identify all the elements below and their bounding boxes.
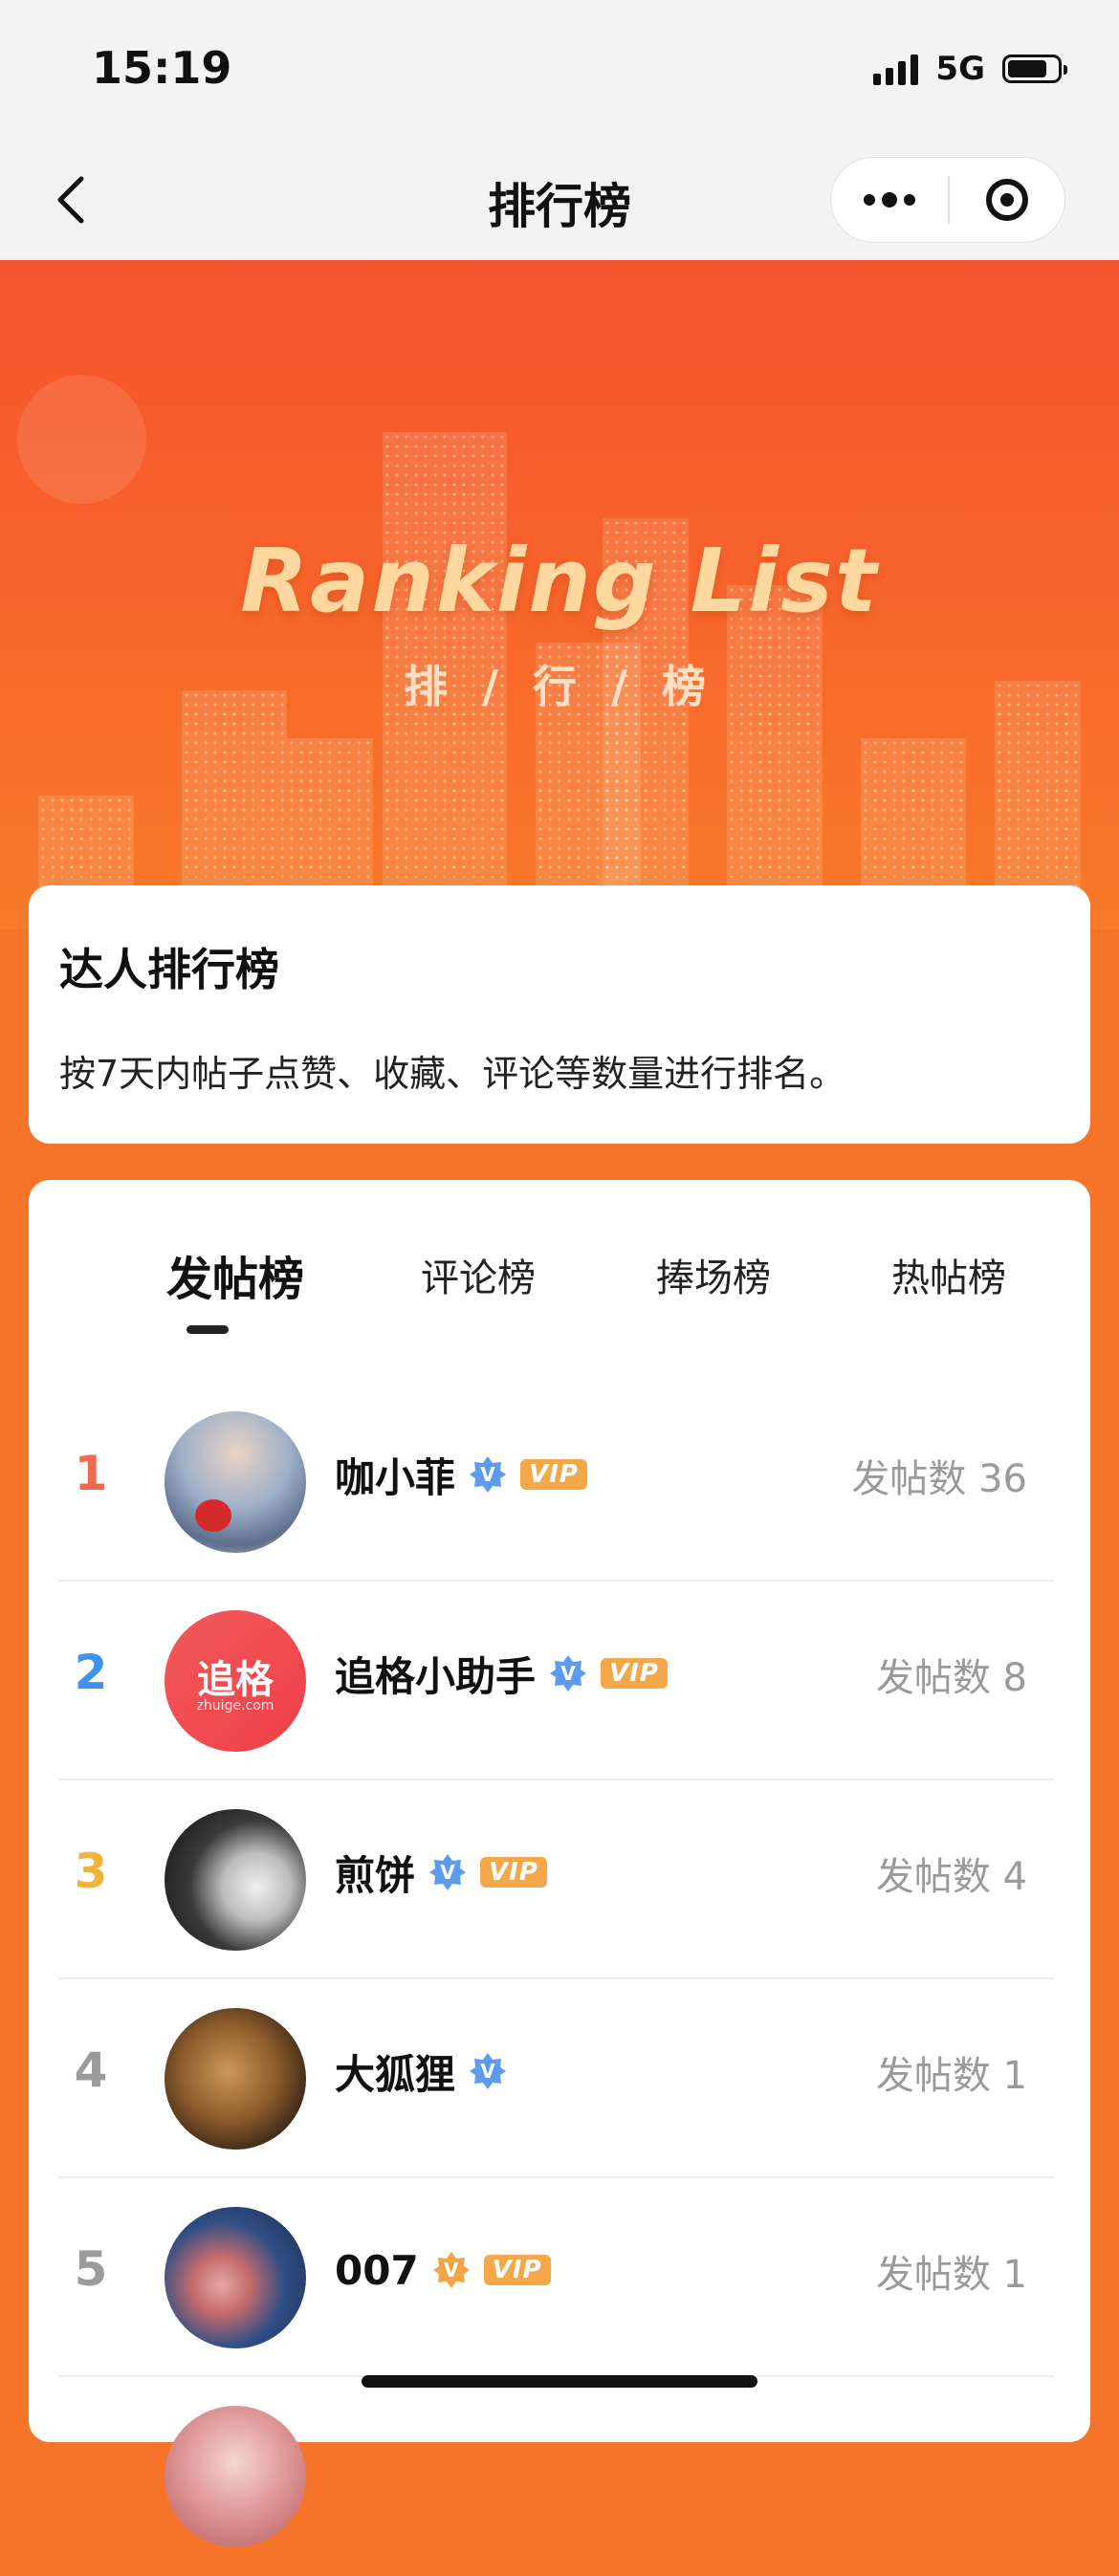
- verified-icon: V: [469, 1455, 507, 1494]
- ranking-row[interactable]: 3 煎饼 V VIP 发帖数 4: [59, 1780, 1054, 1979]
- avatar[interactable]: [165, 2207, 306, 2348]
- rank-number: 5: [74, 2241, 108, 2297]
- verified-icon: V: [428, 1853, 467, 1891]
- user-info: 咖小菲 V VIP: [335, 1446, 587, 1503]
- info-card-description: 按7天内帖子点赞、收藏、评论等数量进行排名。: [59, 1053, 846, 1095]
- ranking-row[interactable]: 2 追格 zhuige.com 追格小助手 V VIP 发帖数 8: [59, 1582, 1054, 1780]
- tab-comments[interactable]: 评论榜: [383, 1247, 574, 1302]
- rank-number: 4: [74, 2042, 108, 2098]
- user-info: 煎饼 V VIP: [335, 1844, 547, 1901]
- avatar-logo-text: 追格: [197, 1658, 274, 1702]
- post-count: 发帖数 8: [875, 1656, 1027, 1700]
- rank-number: 1: [74, 1446, 108, 1501]
- tab-support[interactable]: 捧场榜: [618, 1247, 809, 1302]
- close-mini-program-button[interactable]: [950, 158, 1064, 242]
- status-indicators: 5G: [873, 50, 1067, 88]
- hero-banner: Ranking List 排 / 行 / 榜: [0, 260, 1119, 929]
- post-count: 发帖数 36: [851, 1457, 1027, 1501]
- post-count: 发帖数 1: [875, 2253, 1027, 2297]
- hero-title: Ranking List: [240, 530, 879, 632]
- user-name[interactable]: 大狐狸: [335, 2042, 455, 2101]
- avatar[interactable]: [165, 1809, 306, 1951]
- decorative-circle: [17, 375, 146, 504]
- user-name[interactable]: 007: [335, 2247, 419, 2294]
- info-card: 达人排行榜 按7天内帖子点赞、收藏、评论等数量进行排名。: [29, 885, 1090, 1144]
- post-count: 发帖数 1: [875, 2054, 1027, 2098]
- user-info: 大狐狸 V: [335, 2042, 507, 2100]
- home-indicator: [362, 2375, 757, 2388]
- user-info: 追格小助手 V VIP: [335, 1645, 668, 1702]
- vip-icon: VIP: [601, 1658, 668, 1689]
- battery-icon: [1002, 55, 1067, 83]
- user-info: 007 V VIP: [335, 2241, 551, 2299]
- avatar-logo-url: zhuige.com: [196, 1698, 274, 1714]
- user-name[interactable]: 追格小助手: [335, 1645, 536, 1703]
- status-time: 15:19: [92, 42, 232, 94]
- more-dots-icon: [882, 192, 897, 207]
- vip-icon: VIP: [480, 1857, 547, 1888]
- mini-program-capsule: [830, 157, 1065, 243]
- status-bar: 15:19 5G: [0, 0, 1119, 143]
- user-name[interactable]: 煎饼: [335, 1844, 415, 1902]
- nav-bar: 排行榜: [0, 143, 1119, 260]
- ranking-list-card: 发帖榜 评论榜 捧场榜 热帖榜 1 咖小菲 V VIP 发帖数 36 2 追格 …: [29, 1180, 1090, 2547]
- ranking-row[interactable]: 4 大狐狸 V 发帖数 1: [59, 1979, 1054, 2178]
- rank-number: 3: [74, 1844, 108, 1899]
- active-tab-indicator: [186, 1325, 229, 1334]
- info-card-title: 达人排行榜: [59, 944, 279, 995]
- building-graphic: [727, 585, 823, 929]
- verified-icon: V: [549, 1654, 587, 1692]
- ranking-row[interactable]: 5 007 V VIP 发帖数 1: [59, 2178, 1054, 2377]
- ranking-tabs: 发帖榜 评论榜 捧场榜 热帖榜: [29, 1247, 1090, 1314]
- avatar[interactable]: [165, 2406, 306, 2547]
- avatar[interactable]: [165, 1411, 306, 1553]
- verified-icon: V: [432, 2251, 471, 2289]
- ranking-row[interactable]: 1 咖小菲 V VIP 发帖数 36: [59, 1383, 1054, 1582]
- tab-hot-posts[interactable]: 热帖榜: [853, 1247, 1044, 1302]
- ranking-row[interactable]: [59, 2377, 1054, 2576]
- vip-icon: VIP: [483, 2255, 551, 2285]
- post-count: 发帖数 4: [875, 1855, 1027, 1899]
- target-circle-icon: [986, 179, 1028, 221]
- network-type: 5G: [935, 50, 985, 88]
- user-name[interactable]: 咖小菲: [335, 1446, 455, 1504]
- avatar[interactable]: [165, 2008, 306, 2150]
- signal-icon: [873, 53, 919, 85]
- verified-icon: V: [469, 2052, 507, 2090]
- avatar[interactable]: 追格 zhuige.com: [165, 1610, 306, 1752]
- vip-icon: VIP: [520, 1459, 587, 1490]
- tab-posts[interactable]: 发帖榜: [140, 1241, 331, 1308]
- hero-subtitle: 排 / 行 / 榜: [404, 661, 715, 712]
- more-button[interactable]: [831, 158, 948, 242]
- rank-number: 2: [74, 1645, 108, 1700]
